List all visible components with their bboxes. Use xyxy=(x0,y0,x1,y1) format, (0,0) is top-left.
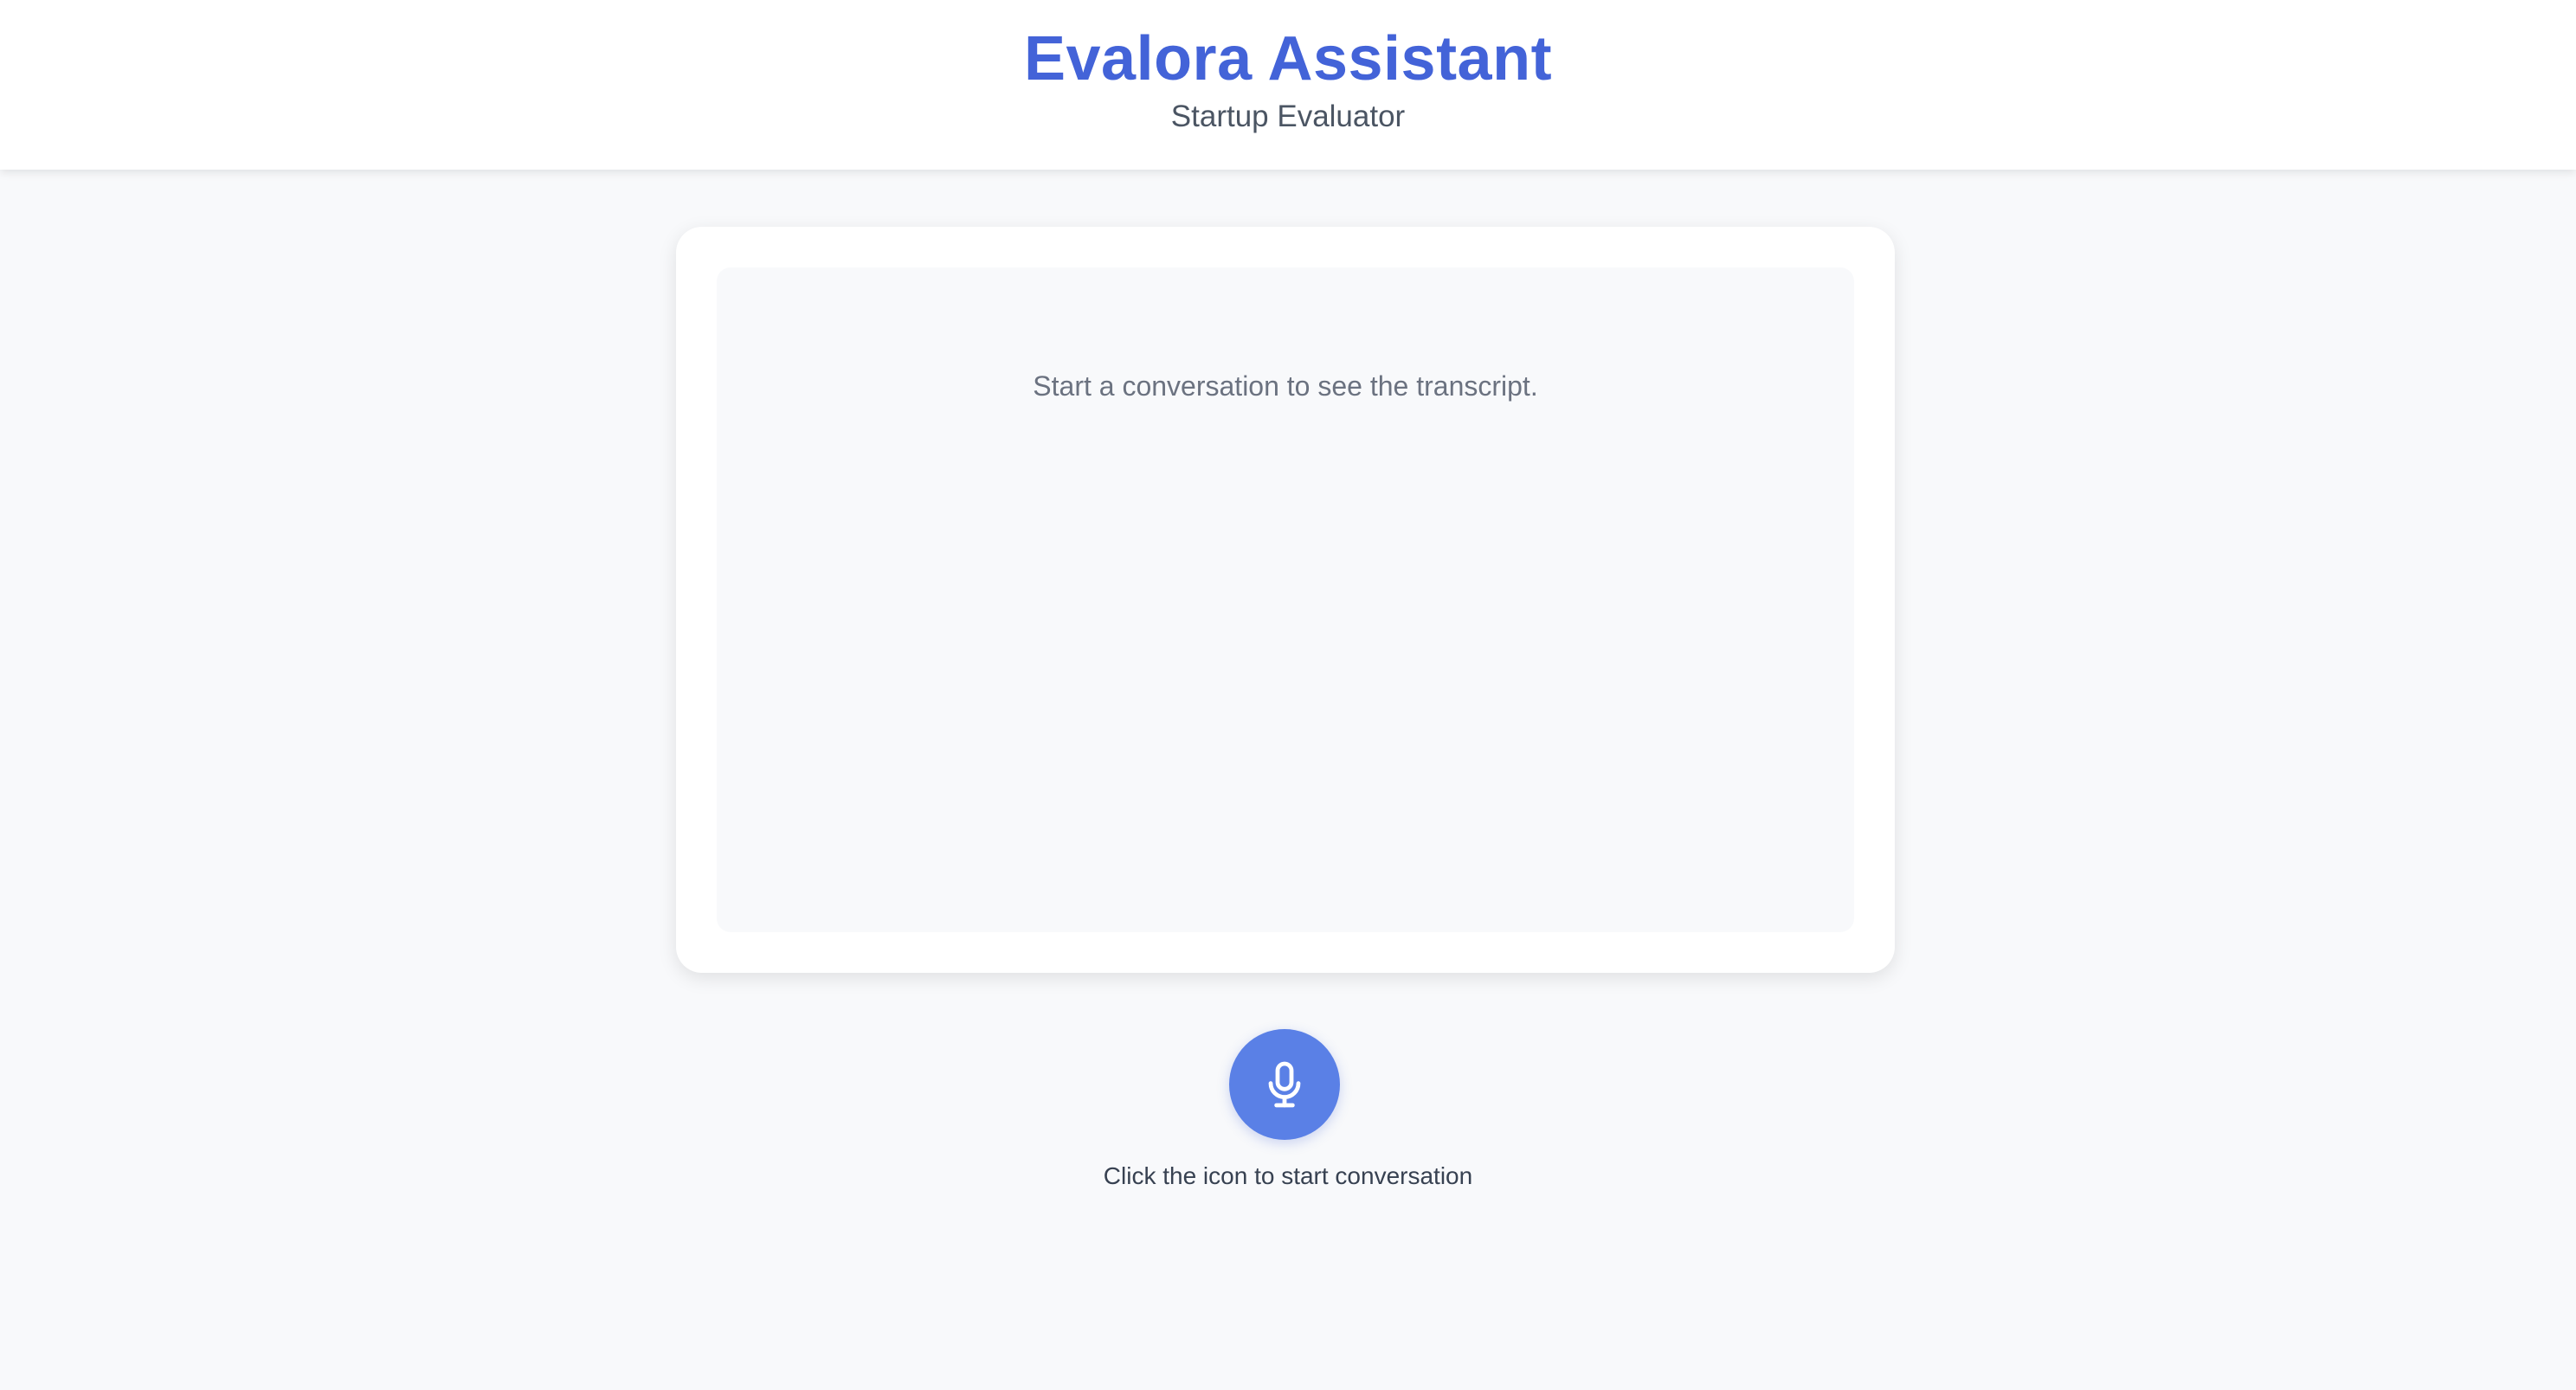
app-subtitle: Startup Evaluator xyxy=(1170,100,1406,133)
app-title: Evalora Assistant xyxy=(1023,24,1553,93)
app-header: Evalora Assistant Startup Evaluator xyxy=(0,0,2576,170)
microphone-icon xyxy=(1257,1057,1312,1112)
transcript-card: Start a conversation to see the transcri… xyxy=(676,227,1895,973)
start-conversation-button[interactable] xyxy=(1229,1029,1340,1140)
page: Evalora Assistant Startup Evaluator Star… xyxy=(0,0,2576,1390)
transcript-area[interactable]: Start a conversation to see the transcri… xyxy=(717,267,1854,932)
transcript-placeholder: Start a conversation to see the transcri… xyxy=(1033,370,1538,402)
start-conversation-hint: Click the icon to start conversation xyxy=(1103,1162,1473,1189)
